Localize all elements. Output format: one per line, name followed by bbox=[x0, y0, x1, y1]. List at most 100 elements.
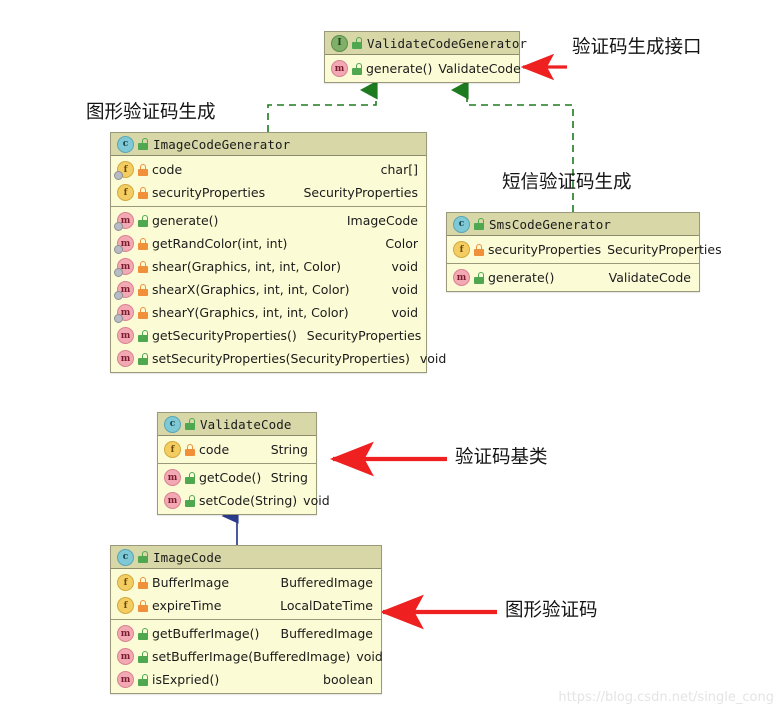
method-icon: m bbox=[117, 625, 134, 642]
member-row[interactable]: f securityProperties SecurityProperties bbox=[111, 181, 426, 204]
member-row[interactable]: m setSecurityProperties(SecurityProperti… bbox=[111, 347, 446, 370]
field-icon: f bbox=[117, 184, 134, 201]
member-type: void bbox=[391, 305, 418, 320]
field-section: f code String bbox=[158, 436, 316, 463]
member-row[interactable]: m shear(Graphics, int, int, Color) void bbox=[111, 255, 426, 278]
field-section: f code char[] f securityProperties Secur… bbox=[111, 156, 426, 206]
member-type: void bbox=[419, 351, 447, 366]
member-type: SecurityProperties bbox=[303, 185, 418, 200]
member-row[interactable]: m getSecurityProperties() SecurityProper… bbox=[111, 324, 426, 347]
method-icon: m bbox=[164, 492, 181, 509]
member-type: ValidateCode bbox=[608, 270, 691, 285]
member-row[interactable]: m setCode(String) void bbox=[158, 489, 330, 512]
method-icon: m bbox=[114, 212, 134, 231]
member-row[interactable]: m generate() ValidateCode bbox=[325, 57, 521, 80]
member-row[interactable]: m generate() ImageCode bbox=[111, 209, 426, 232]
member-row[interactable]: m setBufferImage(BufferedImage) void bbox=[111, 645, 383, 668]
class-icon: c bbox=[117, 135, 134, 153]
decorator-icon bbox=[114, 222, 123, 231]
member-row[interactable]: m isExpried() boolean bbox=[111, 668, 381, 691]
member-name: getRandColor(int, int) bbox=[152, 236, 288, 251]
unlock-public-icon bbox=[138, 352, 148, 365]
lock-private-icon bbox=[138, 260, 148, 273]
class-icon: c bbox=[117, 548, 134, 566]
method-icon: m bbox=[114, 281, 134, 300]
class-icon: c bbox=[164, 415, 181, 433]
class-header: c ImageCodeGenerator bbox=[111, 133, 426, 156]
class-header: c ValidateCode bbox=[158, 413, 316, 436]
unlock-public-icon bbox=[138, 650, 148, 663]
member-name: code bbox=[199, 442, 230, 457]
class-name: SmsCodeGenerator bbox=[489, 216, 612, 232]
method-icon: m bbox=[117, 648, 134, 665]
member-name: getCode() bbox=[199, 470, 262, 485]
method-section: m getBufferImage() BufferedImage m setBu… bbox=[111, 619, 383, 693]
class-box-sms-code-generator[interactable]: c SmsCodeGenerator f securityProperties … bbox=[446, 212, 722, 292]
member-name: getSecurityProperties() bbox=[152, 328, 297, 343]
method-icon: m bbox=[114, 304, 134, 323]
annotation-label-image-code: 图形验证码 bbox=[505, 600, 598, 621]
member-type: BufferedImage bbox=[280, 626, 373, 641]
class-box-image-code-generator[interactable]: c ImageCodeGenerator f code char[] f sec… bbox=[110, 132, 446, 373]
method-icon: m bbox=[117, 350, 134, 367]
member-row[interactable]: f securityProperties SecurityProperties bbox=[447, 238, 722, 261]
member-row[interactable]: f code char[] bbox=[111, 158, 426, 181]
unlock-public-icon bbox=[352, 37, 362, 49]
class-name: ImageCodeGenerator bbox=[153, 136, 291, 152]
member-row[interactable]: f expireTime LocalDateTime bbox=[111, 594, 381, 617]
member-name: generate() bbox=[152, 213, 219, 228]
member-row[interactable]: m getCode() String bbox=[158, 466, 316, 489]
field-icon: f bbox=[114, 161, 134, 180]
member-type: Color bbox=[385, 236, 418, 251]
unlock-public-icon bbox=[138, 329, 148, 342]
class-name: ValidateCode bbox=[200, 416, 292, 432]
unlock-public-icon bbox=[138, 214, 148, 227]
member-name: setSecurityProperties(SecurityProperties… bbox=[152, 351, 410, 366]
decorator-icon bbox=[114, 314, 123, 323]
member-row[interactable]: f code String bbox=[158, 438, 316, 461]
field-icon: f bbox=[117, 597, 134, 614]
member-name: BufferImage bbox=[152, 575, 230, 590]
lock-private-icon bbox=[138, 237, 148, 250]
realization-imagecodegenerator bbox=[267, 80, 378, 132]
member-row[interactable]: f BufferImage BufferedImage bbox=[111, 571, 381, 594]
annotation-label-interface: 验证码生成接口 bbox=[572, 37, 702, 58]
lock-private-icon bbox=[474, 243, 484, 256]
member-row[interactable]: m shearX(Graphics, int, int, Color) void bbox=[111, 278, 426, 301]
lock-private-icon bbox=[138, 283, 148, 296]
unlock-public-icon bbox=[474, 271, 484, 284]
member-type: ImageCode bbox=[346, 213, 418, 228]
member-name: isExpried() bbox=[152, 672, 220, 687]
member-name: securityProperties bbox=[152, 185, 266, 200]
member-row[interactable]: m getRandColor(int, int) Color bbox=[111, 232, 426, 255]
annotation-label-base-class: 验证码基类 bbox=[455, 447, 548, 468]
unlock-public-icon bbox=[138, 627, 148, 640]
method-icon: m bbox=[117, 671, 134, 688]
lock-private-icon bbox=[185, 443, 195, 456]
method-section: m generate() ValidateCode bbox=[325, 55, 521, 82]
class-name: ImageCode bbox=[153, 549, 222, 565]
annotation-label-sms-generator: 短信验证码生成 bbox=[502, 172, 632, 193]
unlock-public-icon bbox=[352, 62, 362, 75]
member-type: void bbox=[356, 649, 383, 664]
field-section: f BufferImage BufferedImage f expireTime… bbox=[111, 569, 381, 619]
method-icon: m bbox=[117, 327, 134, 344]
member-name: code bbox=[152, 162, 183, 177]
member-type: boolean bbox=[323, 672, 373, 687]
method-icon: m bbox=[331, 60, 348, 77]
member-row[interactable]: m generate() ValidateCode bbox=[447, 266, 699, 289]
interface-icon: I bbox=[331, 34, 348, 52]
unlock-public-icon bbox=[185, 471, 195, 484]
class-header: I ValidateCodeGenerator bbox=[325, 32, 527, 55]
member-type: void bbox=[391, 259, 418, 274]
member-row[interactable]: m shearY(Graphics, int, int, Color) void bbox=[111, 301, 426, 324]
member-name: generate() bbox=[366, 61, 433, 76]
class-box-image-code[interactable]: c ImageCode f BufferImage BufferedImage … bbox=[110, 545, 383, 694]
field-icon: f bbox=[164, 441, 181, 458]
class-box-validate-code[interactable]: c ValidateCode f code String m getCode()… bbox=[157, 412, 330, 515]
annotation-label-image-generator: 图形验证码生成 bbox=[86, 102, 216, 123]
method-section: m generate() ImageCode m getRandColor(in… bbox=[111, 206, 446, 372]
member-type: SecurityProperties bbox=[306, 328, 422, 343]
class-box-validate-code-generator[interactable]: I ValidateCodeGenerator m generate() Val… bbox=[324, 31, 527, 83]
member-row[interactable]: m getBufferImage() BufferedImage bbox=[111, 622, 381, 645]
